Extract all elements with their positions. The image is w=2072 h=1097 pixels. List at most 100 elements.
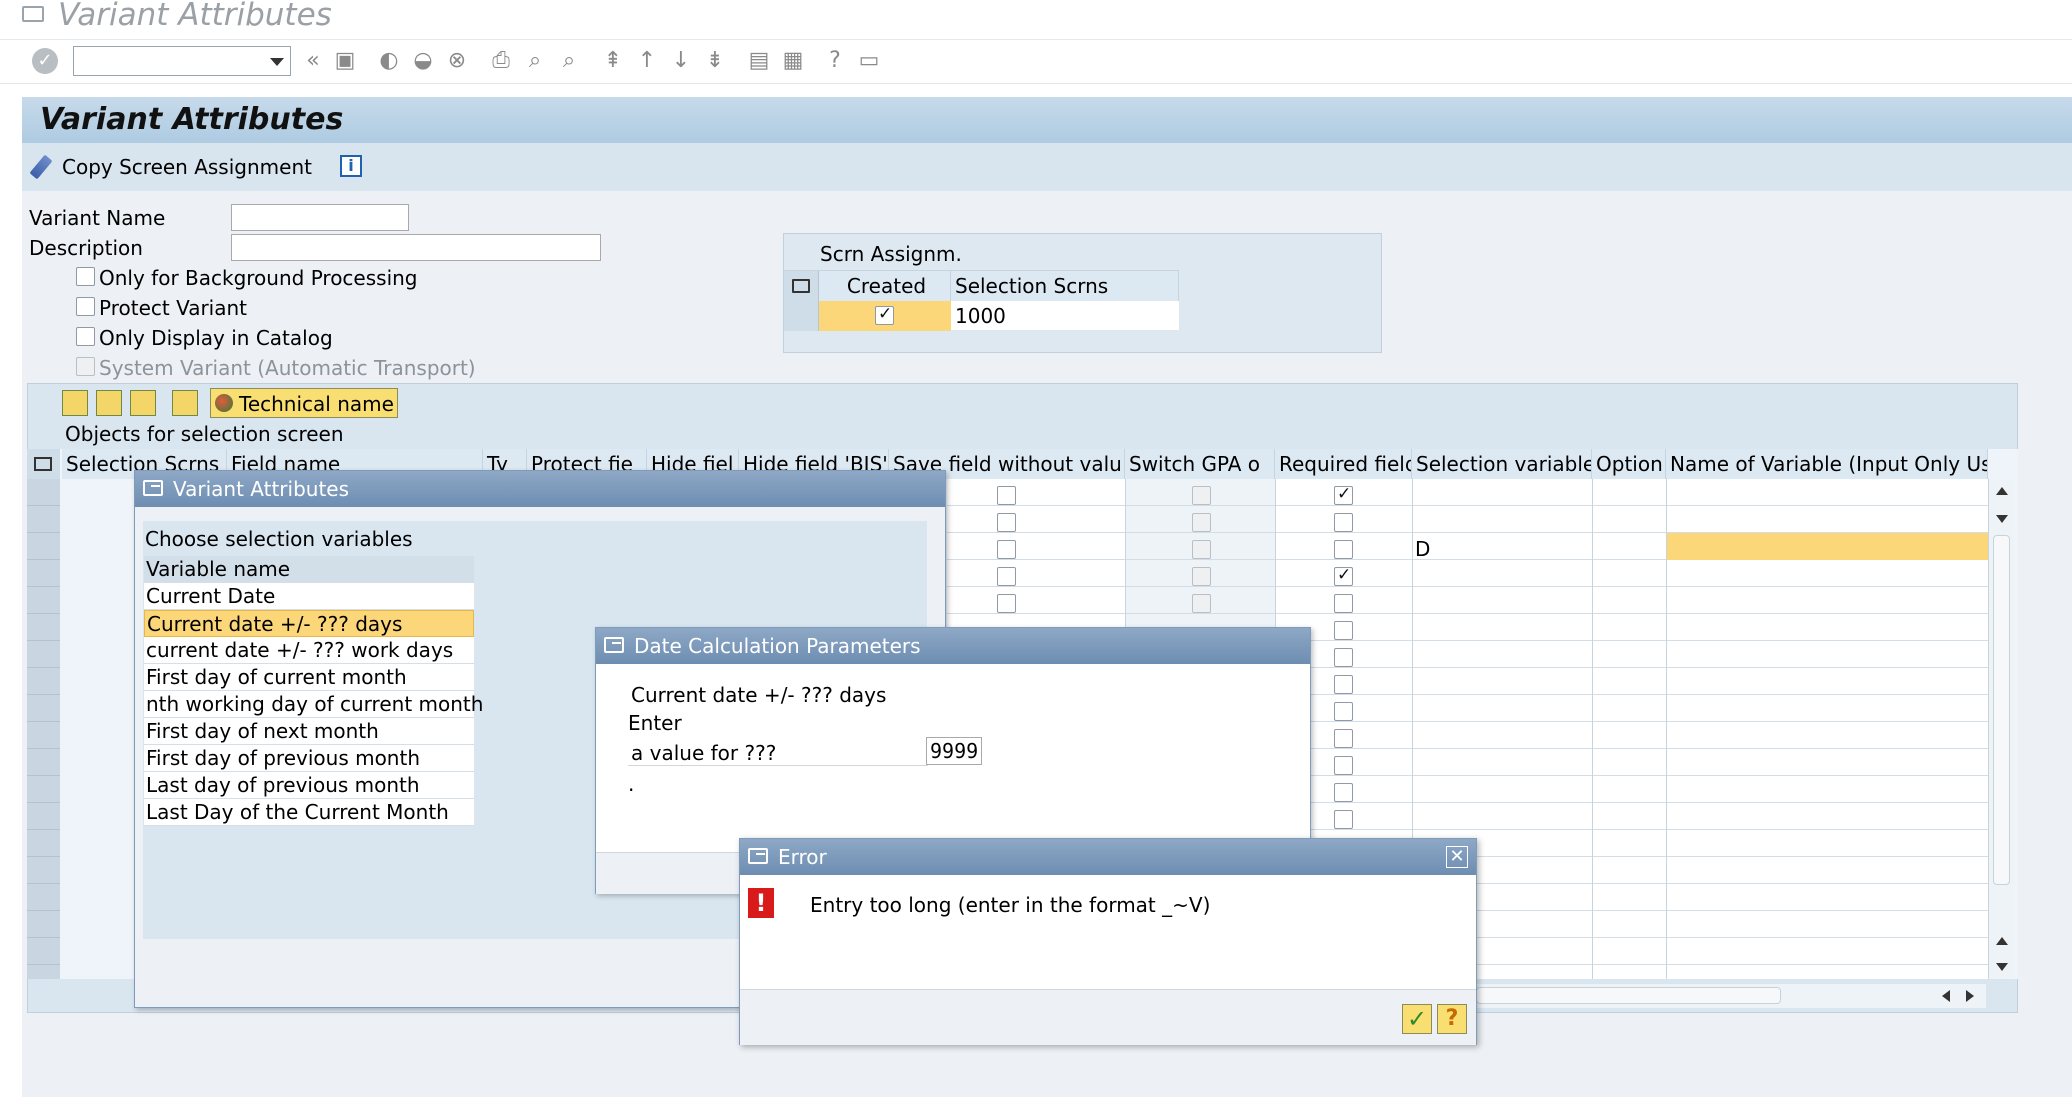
confirm-icon[interactable]: ✓ xyxy=(1402,1004,1432,1034)
col-selection-scrns[interactable]: Selection Scrns xyxy=(951,271,1179,301)
only-background-checkbox[interactable] xyxy=(76,267,95,286)
required-field-checkbox[interactable] xyxy=(1334,675,1353,694)
table-settings-icon[interactable] xyxy=(792,279,810,293)
row-selector[interactable] xyxy=(784,301,819,331)
days-value-input[interactable]: 9999 xyxy=(926,737,982,765)
required-field-checkbox[interactable] xyxy=(1334,540,1353,559)
error-dialog-titlebar[interactable]: Error ✕ xyxy=(740,839,1476,875)
table-settings-cell[interactable] xyxy=(784,271,819,301)
grid-settings-cell[interactable] xyxy=(27,449,60,479)
required-field-checkbox[interactable] xyxy=(1334,783,1353,802)
grid-settings-icon[interactable] xyxy=(34,457,52,471)
description-input[interactable] xyxy=(231,234,601,261)
previous-page-icon[interactable]: ↑ xyxy=(634,48,660,74)
required-field-checkbox[interactable] xyxy=(1334,565,1353,586)
print-list-icon[interactable] xyxy=(172,390,198,416)
copy-screen-assignment-button[interactable]: Copy Screen Assignment xyxy=(62,157,312,177)
required-field-checkbox[interactable] xyxy=(1334,594,1353,613)
required-field-checkbox[interactable] xyxy=(1334,810,1353,829)
col-created[interactable]: Created xyxy=(819,271,951,301)
help-icon[interactable]: ? xyxy=(822,48,848,74)
variable-item-current-date[interactable]: Current Date xyxy=(144,583,474,610)
variable-item-current-date-days[interactable]: Current date +/- ??? days xyxy=(144,610,474,637)
required-field-checkbox[interactable] xyxy=(1334,484,1353,505)
screen-assignment-table: Created Selection Scrns 1000 xyxy=(784,270,1179,331)
variable-item-last-current-month[interactable]: Last Day of the Current Month xyxy=(144,799,474,826)
only-display-catalog-checkbox[interactable] xyxy=(76,327,95,346)
horizontal-scrollbar[interactable] xyxy=(1476,984,1986,1008)
variant-dialog-titlebar[interactable]: Variant Attributes xyxy=(135,471,945,507)
scroll-up-icon[interactable] xyxy=(1996,487,2008,495)
variable-item-work-days[interactable]: current date +/- ??? work days xyxy=(144,637,474,664)
find-icon[interactable]: ⌕ xyxy=(522,48,548,74)
window-menu-icon[interactable] xyxy=(22,6,44,22)
scroll-right-icon[interactable] xyxy=(1966,990,1974,1002)
window-icon xyxy=(143,480,163,496)
save-without-value-checkbox[interactable] xyxy=(997,567,1016,586)
only-display-catalog-label: Only Display in Catalog xyxy=(99,326,333,350)
exit-icon[interactable]: ◒ xyxy=(410,48,436,74)
save-without-value-checkbox[interactable] xyxy=(997,513,1016,532)
horizontal-scroll-thumb[interactable] xyxy=(1476,987,1781,1004)
layout-icon[interactable]: ▭ xyxy=(856,48,882,74)
scroll-down-icon-2[interactable] xyxy=(1996,963,2008,971)
required-field-checkbox[interactable] xyxy=(1334,729,1353,748)
created-checkbox[interactable] xyxy=(875,304,894,325)
scroll-down-icon[interactable] xyxy=(1996,515,2008,523)
print-icon[interactable]: ⎙ xyxy=(488,48,514,74)
vertical-scrollbar[interactable] xyxy=(1988,479,2014,979)
history-back-icon[interactable]: « xyxy=(300,48,326,74)
variable-item-last-previous-month[interactable]: Last day of previous month xyxy=(144,772,474,799)
binoculars-icon[interactable] xyxy=(130,390,156,416)
save-without-value-checkbox[interactable] xyxy=(997,594,1016,613)
variable-item-first-current-month[interactable]: First day of current month xyxy=(144,664,474,691)
protect-variant-checkbox[interactable] xyxy=(76,297,95,316)
save-without-value-checkbox[interactable] xyxy=(997,540,1016,559)
filter-icon[interactable] xyxy=(96,390,122,416)
find-next-icon[interactable]: ⌕ xyxy=(556,48,582,74)
enter-icon[interactable]: ✓ xyxy=(32,48,58,74)
date-dialog-line1: Current date +/- ??? days xyxy=(631,683,887,707)
grid-vlines-4 xyxy=(1592,479,1593,979)
created-cell[interactable] xyxy=(819,301,951,331)
scroll-thumb[interactable] xyxy=(1993,535,2010,885)
col-variable-name[interactable]: Name of Variable (Input Only Usi xyxy=(1666,449,1988,479)
required-field-checkbox[interactable] xyxy=(1334,513,1353,532)
pencil-icon[interactable] xyxy=(29,154,53,180)
variable-item-nth-working-day[interactable]: nth working day of current month xyxy=(144,691,483,718)
save-without-value-checkbox[interactable] xyxy=(997,486,1016,505)
command-field[interactable] xyxy=(73,46,291,76)
col-switch-gpa[interactable]: Switch GPA o xyxy=(1125,449,1275,479)
cancel-icon[interactable]: ⊗ xyxy=(444,48,470,74)
chevron-down-icon[interactable] xyxy=(270,58,284,66)
col-selection-variable[interactable]: Selection variable xyxy=(1412,449,1592,479)
help-question-icon[interactable]: ? xyxy=(1437,1004,1467,1034)
col-option[interactable]: Option xyxy=(1592,449,1666,479)
shortcut-icon[interactable]: ▦ xyxy=(780,48,806,74)
new-session-icon[interactable]: ▤ xyxy=(746,48,772,74)
scroll-up-icon-2[interactable] xyxy=(1996,937,2008,945)
detail-icon[interactable] xyxy=(62,390,88,416)
required-field-checkbox[interactable] xyxy=(1334,648,1353,667)
required-field-checkbox[interactable] xyxy=(1334,621,1353,640)
date-dialog-titlebar[interactable]: Date Calculation Parameters xyxy=(596,628,1310,664)
back-icon[interactable]: ◐ xyxy=(376,48,402,74)
variable-item-first-next-month[interactable]: First day of next month xyxy=(144,718,474,745)
last-page-icon[interactable]: ⇟ xyxy=(702,48,728,74)
close-icon[interactable]: ✕ xyxy=(1446,846,1468,868)
info-icon[interactable]: i xyxy=(340,155,362,177)
technical-name-button[interactable]: Technical name xyxy=(210,388,398,418)
save-icon[interactable]: ▣ xyxy=(332,48,358,74)
technical-name-icon xyxy=(215,394,233,412)
next-page-icon[interactable]: ↓ xyxy=(668,48,694,74)
first-page-icon[interactable]: ⇞ xyxy=(600,48,626,74)
required-field-checkbox[interactable] xyxy=(1334,702,1353,721)
scroll-left-icon[interactable] xyxy=(1942,990,1950,1002)
variable-item-first-previous-month[interactable]: First day of previous month xyxy=(144,745,474,772)
variable-name-cell-highlight[interactable] xyxy=(1667,533,1988,560)
error-dialog-footer xyxy=(740,989,1476,1045)
required-field-checkbox[interactable] xyxy=(1334,756,1353,775)
selection-variable-value: D xyxy=(1415,537,1431,561)
col-required-field[interactable]: Required field xyxy=(1275,449,1412,479)
variant-name-input[interactable] xyxy=(231,204,409,231)
